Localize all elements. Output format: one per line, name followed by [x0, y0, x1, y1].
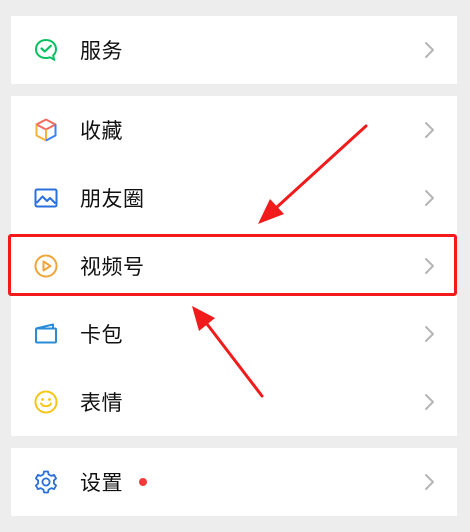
- menu-item-label: 服务: [80, 39, 123, 63]
- chevron-right-icon: [425, 394, 434, 410]
- menu-item-label: 朋友圈: [80, 187, 145, 211]
- section-settings: 设置: [11, 448, 457, 516]
- chevron-right-icon: [425, 326, 434, 342]
- menu-item-label: 卡包: [80, 323, 123, 347]
- section-gap: [11, 84, 457, 96]
- menu-item-channels[interactable]: 视频号: [11, 232, 457, 300]
- bottom-gap: [11, 516, 457, 532]
- menu-item-service[interactable]: 服务: [11, 16, 457, 84]
- menu-item-favorites[interactable]: 收藏: [11, 96, 457, 164]
- section-gap: [11, 436, 457, 448]
- menu-item-moments[interactable]: 朋友圈: [11, 164, 457, 232]
- section-service: 服务: [11, 16, 457, 84]
- chevron-right-icon: [425, 190, 434, 206]
- menu-item-label: 设置: [80, 471, 123, 495]
- menu-item-cards[interactable]: 卡包: [11, 300, 457, 368]
- menu-item-label: 收藏: [80, 119, 123, 143]
- section-main: 收藏 朋友圈 视频号 卡包 表情: [11, 96, 457, 436]
- menu-item-stickers[interactable]: 表情: [11, 368, 457, 436]
- wechat-pay-icon: [33, 37, 59, 63]
- chevron-right-icon: [425, 258, 434, 274]
- cube-icon: [33, 117, 59, 143]
- smile-icon: [33, 389, 59, 415]
- image-icon: [33, 185, 59, 211]
- play-circle-icon: [33, 253, 59, 279]
- chevron-right-icon: [425, 122, 434, 138]
- gear-icon: [33, 469, 59, 495]
- menu-item-label: 视频号: [80, 255, 145, 279]
- wallet-icon: [33, 321, 59, 347]
- notification-badge: [139, 478, 147, 486]
- menu-item-label: 表情: [80, 391, 123, 415]
- chevron-right-icon: [425, 474, 434, 490]
- chevron-right-icon: [425, 42, 434, 58]
- menu-item-settings[interactable]: 设置: [11, 448, 457, 516]
- top-gap: [11, 0, 457, 16]
